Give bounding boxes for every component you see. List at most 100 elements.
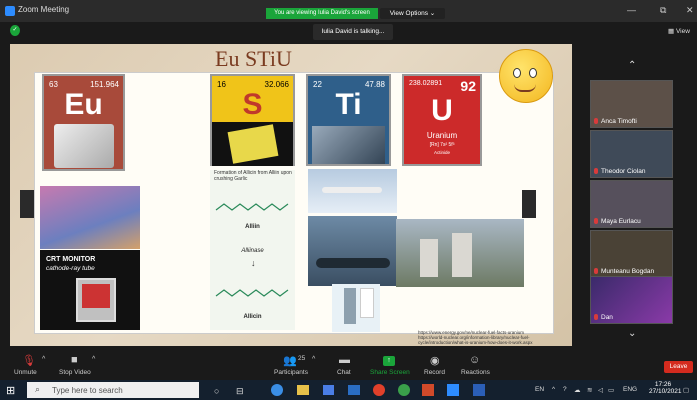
- cooling-tower-1: [420, 239, 438, 277]
- language-indicator[interactable]: EN: [535, 386, 544, 393]
- muted-mic-icon[interactable]: 🎙: [22, 354, 36, 367]
- u-config: [Rn] 7s² 5f³: [429, 142, 455, 148]
- maximize-button[interactable]: ⧉: [660, 5, 666, 16]
- europium-card: 63 151.964 Eu: [42, 74, 125, 171]
- titanium-card: 22 47.88 Ti: [306, 74, 391, 166]
- muted-mic-icon: [594, 218, 598, 224]
- muted-mic-icon: [594, 268, 598, 274]
- cloud-icon[interactable]: ☁: [574, 386, 581, 394]
- wifi-icon[interactable]: ≋: [587, 386, 592, 394]
- muted-mic-icon: [594, 118, 598, 124]
- search-placeholder: Type here to search: [52, 386, 123, 395]
- participant-name: Anca Timofti: [601, 118, 637, 125]
- date: 27/10/2021: [649, 388, 682, 395]
- reactions-icon[interactable]: ☺: [469, 354, 480, 366]
- emoji-face-image: [499, 49, 553, 103]
- muted-mic-icon: [594, 314, 598, 320]
- chevron-up-icon[interactable]: ^: [312, 356, 315, 363]
- cortana-icon[interactable]: ○: [214, 386, 219, 396]
- emoji-eye-left: [513, 68, 521, 78]
- edge-browser-icon[interactable]: [271, 384, 283, 396]
- scroll-up-arrow-icon[interactable]: ⌃: [628, 60, 636, 71]
- muted-mic-icon: [594, 168, 598, 174]
- participant-tile[interactable]: Maya Eurlacu: [590, 180, 673, 228]
- zoom-logo-icon: [5, 6, 15, 16]
- participant-tile[interactable]: Dan: [590, 276, 673, 324]
- chat-bubble-icon[interactable]: ▬: [339, 354, 350, 366]
- nuclear-plant-image: [396, 219, 524, 287]
- video-camera-icon[interactable]: ■: [71, 354, 78, 366]
- scroll-down-arrow-icon[interactable]: ⌄: [628, 328, 636, 339]
- clock[interactable]: 17:26 27/10/2021: [649, 381, 682, 395]
- participants-button[interactable]: Participants: [274, 369, 308, 376]
- participant-tile[interactable]: Munteanu Bogdan: [590, 230, 673, 278]
- chevron-down-icon: ⌄: [429, 10, 436, 17]
- slide-right-tab: [522, 190, 536, 218]
- u-symbol: U: [431, 94, 453, 127]
- s-symbol: S: [242, 88, 263, 121]
- reactions-button[interactable]: Reactions: [461, 369, 490, 376]
- share-screen-icon[interactable]: ↑: [383, 356, 395, 366]
- task-view-icon[interactable]: ⊟: [236, 386, 244, 397]
- record-icon[interactable]: ◉: [430, 354, 440, 367]
- shared-screen: Eu STiU 63 151.964 Eu 16 32.066 S 22 47.…: [10, 44, 572, 346]
- view-label: View: [675, 28, 690, 35]
- powerpoint-icon[interactable]: [422, 384, 434, 396]
- app-icon[interactable]: [398, 384, 410, 396]
- chevron-up-icon[interactable]: ^: [42, 356, 45, 363]
- active-speaker-label: Iulia David is talking...: [313, 24, 393, 40]
- file-explorer-icon[interactable]: [297, 385, 309, 395]
- crt-subtitle: cathode-ray tube: [46, 265, 95, 272]
- slide: Eu STiU 63 151.964 Eu 16 32.066 S 22 47.…: [10, 44, 572, 346]
- zoom-taskbar-icon[interactable]: [447, 384, 459, 396]
- emoji-eye-right: [529, 68, 537, 78]
- airplane-image: [308, 169, 397, 213]
- crt-title: CRT MONITOR: [46, 256, 96, 263]
- word-icon[interactable]: [473, 384, 485, 396]
- participant-name: Munteanu Bogdan: [601, 268, 655, 275]
- help-icon[interactable]: ?: [563, 386, 567, 393]
- link-3[interactable]: cycle/introduction/what-is-uranium-how-d…: [418, 340, 533, 345]
- participants-icon[interactable]: 👥: [283, 354, 297, 367]
- store-icon[interactable]: [323, 385, 334, 395]
- crt-screen: [82, 284, 110, 308]
- alliin-label: Alliin: [245, 224, 260, 230]
- chat-button[interactable]: Chat: [337, 369, 351, 376]
- participant-name: Dan: [601, 314, 613, 321]
- submarine-image: [308, 216, 397, 286]
- crt-monitor: [76, 278, 116, 322]
- chrome-icon[interactable]: [373, 384, 385, 396]
- tray-chevron-icon[interactable]: ^: [552, 386, 555, 393]
- submarine-hull: [316, 258, 390, 268]
- sulfur-card: 16 32.066 S: [210, 74, 295, 166]
- arrow-down-icon: ↓: [251, 258, 256, 268]
- participant-tile[interactable]: Theodor Ciolan: [590, 130, 673, 178]
- record-button[interactable]: Record: [424, 369, 445, 376]
- keyboard-language[interactable]: ENG: [623, 386, 637, 393]
- notifications-icon[interactable]: ▢: [683, 386, 689, 394]
- slide-left-tab: [20, 190, 34, 218]
- reference-links: https://www.energy.gov/ne/nuclear-fuel-f…: [418, 330, 533, 345]
- close-button[interactable]: ✕: [686, 5, 694, 16]
- network-icon[interactable]: ▭: [608, 386, 614, 394]
- mail-icon[interactable]: [348, 385, 360, 395]
- stop-video-button[interactable]: Stop Video: [59, 369, 91, 376]
- participant-tile[interactable]: Anca Timofti: [590, 80, 673, 128]
- u-atomic-mass: 238.02891: [409, 80, 443, 87]
- unmute-button[interactable]: Unmute: [14, 369, 37, 376]
- windows-start-icon[interactable]: ⊞: [6, 384, 18, 397]
- dental-implant-image: [332, 284, 380, 332]
- minimize-button[interactable]: —: [627, 5, 636, 15]
- share-screen-button[interactable]: Share Screen: [370, 369, 410, 376]
- chevron-up-icon[interactable]: ^: [92, 356, 95, 363]
- view-options-button[interactable]: View Options ⌄: [380, 8, 445, 19]
- leave-button[interactable]: Leave: [664, 361, 693, 373]
- window-title: Zoom Meeting: [18, 5, 70, 14]
- view-button[interactable]: ▦ View: [668, 27, 690, 35]
- volume-icon[interactable]: ◁: [598, 386, 603, 394]
- u-atomic-number: 92: [460, 78, 476, 94]
- tooth: [360, 288, 374, 318]
- u-series: Actinide: [433, 150, 450, 155]
- shield-icon[interactable]: ✓: [10, 25, 20, 36]
- eu-symbol: Eu: [64, 88, 103, 121]
